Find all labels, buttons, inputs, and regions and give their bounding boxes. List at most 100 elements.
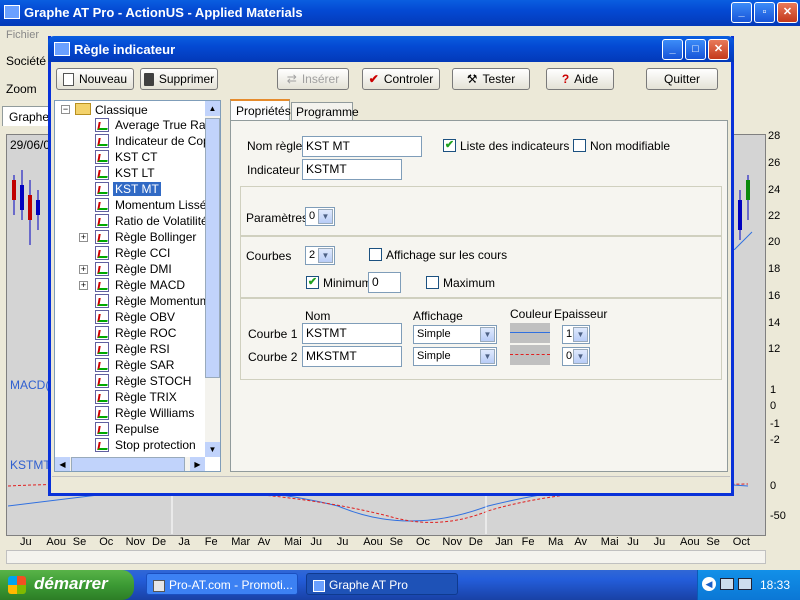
quitter-button[interactable]: Quitter xyxy=(646,68,718,90)
tree-root[interactable]: Classique xyxy=(95,103,148,117)
horizontal-scrollbar[interactable] xyxy=(6,550,766,564)
tree-item[interactable]: Règle OBV xyxy=(55,309,205,325)
tree-item[interactable]: Règle STOCH xyxy=(55,373,205,389)
tree-item[interactable]: Average True Rang xyxy=(55,117,205,133)
rule-icon xyxy=(95,278,109,292)
restore-icon[interactable]: ▫ xyxy=(754,2,775,23)
scroll-down-icon[interactable]: ▼ xyxy=(205,442,220,457)
dialog-close-icon[interactable]: ✕ xyxy=(708,39,729,60)
tree-item[interactable]: + Règle MACD xyxy=(55,277,205,293)
network-icon[interactable] xyxy=(720,578,734,590)
minimum-input[interactable]: 0 xyxy=(368,272,401,293)
rule-icon xyxy=(95,326,109,340)
tree-item[interactable]: Règle CCI xyxy=(55,245,205,261)
tree-item[interactable]: Règle RSI xyxy=(55,341,205,357)
tree-item[interactable]: Ratio de Volatilité xyxy=(55,213,205,229)
minimize-icon[interactable]: _ xyxy=(731,2,752,23)
tree-items: Average True Rang Indicateur de Copp KST C… xyxy=(55,117,205,457)
month-label: Mar xyxy=(231,536,251,548)
tester-button[interactable]: ⚒ Tester xyxy=(452,68,530,90)
courbe2-epaisseur-select[interactable]: 0 ▼ xyxy=(562,347,590,366)
controler-button[interactable]: ✔ Controler xyxy=(362,68,440,90)
start-button[interactable]: démarrer xyxy=(0,570,134,600)
tree-item[interactable]: Règle SAR xyxy=(55,357,205,373)
graphe-tab[interactable]: Graphe xyxy=(2,106,50,126)
tree-item[interactable]: Règle Momentum xyxy=(55,293,205,309)
courbe2-affichage-select[interactable]: Simple ▼ xyxy=(413,347,497,366)
courbe1-nom-input[interactable]: KSTMT xyxy=(302,323,402,344)
dropdown-arrow-icon: ▼ xyxy=(318,209,333,224)
windows-logo-icon xyxy=(8,576,26,594)
rule-icon xyxy=(95,390,109,404)
tree-item[interactable]: Stop protection xyxy=(55,437,205,453)
menu-fichier[interactable]: Fichier xyxy=(6,29,39,41)
tab-proprietes[interactable]: Propriétés xyxy=(230,99,291,121)
scroll-thumb[interactable] xyxy=(205,118,220,378)
zoom-label: Zoom xyxy=(6,82,37,96)
tree-item[interactable]: + Règle DMI xyxy=(55,261,205,277)
hscroll-thumb[interactable] xyxy=(71,457,185,471)
rule-icon xyxy=(95,150,109,164)
tree-item[interactable]: KST LT xyxy=(55,165,205,181)
tree-item[interactable]: Repulse xyxy=(55,421,205,437)
supprimer-button[interactable]: Supprimer xyxy=(140,68,218,90)
courbe1-epaisseur-select[interactable]: 1 ▼ xyxy=(562,325,590,344)
tree-hscroll[interactable]: ◀ ▶ xyxy=(55,457,205,471)
inserer-button[interactable]: ⇄ Insérer xyxy=(277,68,349,90)
price-axis: 28 26 24 22 20 18 16 14 12 xyxy=(768,130,781,355)
tree-item[interactable]: Règle ROC xyxy=(55,325,205,341)
tree-item[interactable]: Règle TRIX xyxy=(55,389,205,405)
courbe2-nom-input[interactable]: MKSTMT xyxy=(302,346,402,367)
tree-item-label: Règle ROC xyxy=(115,326,177,340)
expand-icon[interactable]: + xyxy=(79,265,88,274)
societe-label: Société xyxy=(6,54,47,68)
scroll-right-icon[interactable]: ▶ xyxy=(190,457,205,471)
tree-item[interactable]: + Règle Bollinger xyxy=(55,229,205,245)
tree-vscroll[interactable]: ▲ ▼ xyxy=(205,101,220,457)
courbe1-color-swatch[interactable] xyxy=(510,323,550,343)
rule-icon xyxy=(95,374,109,388)
tree-item[interactable]: Indicateur de Copp xyxy=(55,133,205,149)
scroll-up-icon[interactable]: ▲ xyxy=(205,101,220,116)
aide-button[interactable]: ? Aide xyxy=(546,68,614,90)
rule-icon xyxy=(95,198,109,212)
parametres-select[interactable]: 0 ▼ xyxy=(305,207,335,226)
non-modifiable-checkbox[interactable] xyxy=(573,139,586,152)
courbe1-affichage-select[interactable]: Simple ▼ xyxy=(413,325,497,344)
maximum-checkbox[interactable] xyxy=(426,276,439,289)
tab-programme[interactable]: Programme xyxy=(291,102,359,121)
tree-item-label: Règle CCI xyxy=(115,246,171,260)
rule-icon xyxy=(95,134,109,148)
indicateur-input[interactable]: KSTMT xyxy=(302,159,402,180)
month-label: Aou xyxy=(46,536,66,548)
tree-item[interactable]: KST CT xyxy=(55,149,205,165)
courbes-select[interactable]: 2 ▼ xyxy=(305,246,335,265)
task-graphe[interactable]: Graphe AT Pro xyxy=(306,573,458,595)
month-label: Oct xyxy=(732,536,750,548)
tree-item[interactable]: KST MT xyxy=(55,181,205,197)
dialog-minimize-icon[interactable]: _ xyxy=(662,39,683,60)
expand-icon[interactable]: + xyxy=(79,233,88,242)
month-label: Se xyxy=(706,536,720,548)
task-proat[interactable]: Pro-AT.com - Promoti... xyxy=(146,573,298,595)
month-label: Fe xyxy=(204,536,218,548)
tree-item[interactable]: Momentum Lissé xyxy=(55,197,205,213)
tray-arrow-icon[interactable]: ◀ xyxy=(702,577,716,591)
scroll-left-icon[interactable]: ◀ xyxy=(55,457,70,471)
month-label: Se xyxy=(389,536,404,548)
tree-item[interactable]: Règle Williams xyxy=(55,405,205,421)
trash-icon xyxy=(143,72,154,86)
minimum-checkbox[interactable]: ✔ xyxy=(306,276,319,289)
affichage-cours-checkbox[interactable] xyxy=(369,248,382,261)
nom-regle-input[interactable]: KST MT xyxy=(302,136,422,157)
rules-tree: − Classique Average True Rang Indicateur … xyxy=(54,100,221,472)
monitor-icon[interactable] xyxy=(738,578,752,590)
courbe1-label: Courbe 1 xyxy=(248,327,298,341)
liste-indicateurs-checkbox[interactable]: ✔ xyxy=(443,139,456,152)
collapse-icon[interactable]: − xyxy=(61,105,70,114)
dialog-maximize-icon[interactable]: □ xyxy=(685,39,706,60)
expand-icon[interactable]: + xyxy=(79,281,88,290)
courbe2-color-swatch[interactable] xyxy=(510,345,550,365)
nouveau-button[interactable]: Nouveau xyxy=(56,68,134,90)
close-icon[interactable]: ✕ xyxy=(777,2,798,23)
